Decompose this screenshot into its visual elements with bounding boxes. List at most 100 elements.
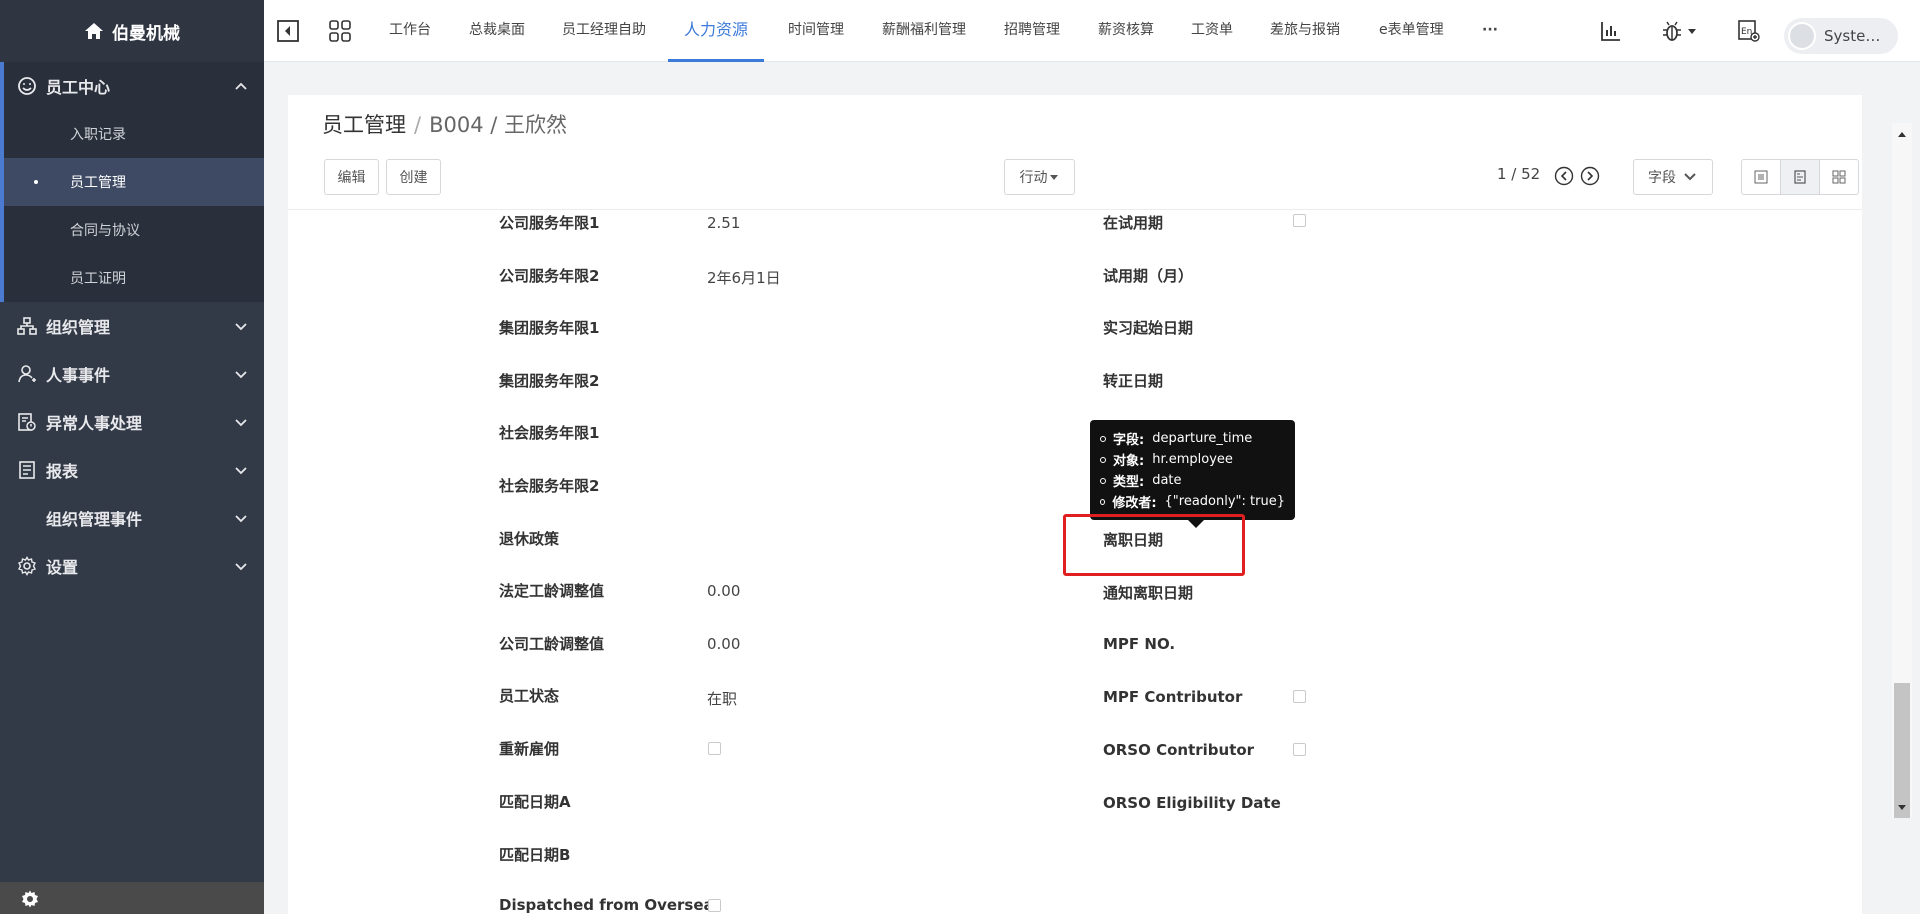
user-name: Syste…	[1824, 27, 1881, 45]
label-on-probation: 在试用期	[1103, 214, 1164, 232]
list-view-button[interactable]	[1742, 160, 1781, 194]
value-company-service-years-1[interactable]: 2.51	[707, 214, 740, 232]
nav-more[interactable]: ···	[1482, 0, 1498, 62]
nav-human-resources[interactable]: 人力资源	[668, 0, 765, 62]
sidebar-item-onboarding[interactable]: 入职记录	[4, 110, 264, 158]
probation-checkbox[interactable]	[1293, 214, 1306, 227]
label-rehire: 重新雇佣	[499, 740, 560, 758]
chevron-up-icon	[235, 82, 247, 90]
avatar	[1788, 22, 1816, 50]
create-button[interactable]: 创建	[386, 159, 441, 195]
scrollbar-thumb[interactable]	[1894, 683, 1910, 818]
nav-eform[interactable]: e表单管理	[1379, 0, 1444, 62]
label-mpf-contributor: MPF Contributor	[1103, 688, 1243, 706]
scroll-down-icon[interactable]	[1897, 803, 1907, 813]
dispatched-checkbox[interactable]	[708, 899, 721, 912]
label-internship-start-date: 实习起始日期	[1103, 319, 1194, 337]
label-probation-months: 试用期（月）	[1103, 267, 1194, 285]
breadcrumb-root[interactable]: 员工管理	[322, 113, 406, 137]
tooltip-row: 对象: hr.employee	[1100, 449, 1285, 470]
pager-counter: 1 / 52	[1497, 165, 1541, 183]
menu-head-employee-center[interactable]: 员工中心	[4, 62, 264, 110]
menu-label: 组织管理	[46, 318, 111, 337]
collapse-sidebar-icon[interactable]	[277, 20, 299, 42]
nav-travel-expense[interactable]: 差旅与报销	[1270, 0, 1340, 62]
menu-reports[interactable]: 报表	[0, 446, 264, 494]
nav-time-management[interactable]: 时间管理	[788, 0, 844, 62]
menu-org-management[interactable]: 组织管理	[0, 302, 264, 350]
nav-self-service[interactable]: 员工经理自助	[562, 0, 646, 62]
value-company-seniority-adjust[interactable]: 0.00	[707, 635, 740, 653]
language-icon[interactable]: En	[1738, 20, 1760, 42]
action-dropdown[interactable]: 行动	[1004, 159, 1075, 195]
chart-icon[interactable]	[1600, 20, 1622, 42]
next-record-icon[interactable]	[1580, 166, 1600, 186]
menu-settings[interactable]: 设置	[0, 542, 264, 590]
label-social-service-years-2: 社会服务年限2	[499, 477, 600, 495]
value-employee-status[interactable]: 在职	[707, 688, 737, 709]
kanban-view-button[interactable]	[1820, 160, 1858, 194]
label-company-service-years-1: 公司服务年限1	[499, 214, 600, 232]
chevron-down-icon	[1684, 173, 1696, 181]
user-menu[interactable]: Syste…	[1784, 18, 1898, 54]
field-tooltip: 字段: departure_time 对象: hr.employee 类型: date…	[1090, 420, 1295, 528]
bug-icon[interactable]	[1661, 20, 1683, 42]
caret-down-icon[interactable]	[1686, 20, 1698, 42]
label-group-service-years-1: 集团服务年限1	[499, 319, 600, 337]
form-view-button[interactable]	[1781, 160, 1820, 194]
home-icon	[85, 23, 103, 39]
menu-label: 异常人事处理	[46, 414, 143, 433]
mpf-contributor-checkbox[interactable]	[1293, 690, 1306, 703]
menu-label: 设置	[46, 558, 79, 577]
sidebar: 伯曼机械 员工中心 入职记录 员工管理 合同与协议 员工证明 组织管理 人事事件	[0, 0, 264, 914]
brand-name: 伯曼机械	[112, 23, 180, 44]
label-match-date-a: 匹配日期A	[499, 793, 571, 811]
settings-gear-icon[interactable]	[20, 889, 40, 909]
scrollbar[interactable]	[1892, 123, 1912, 818]
menu-label: 报表	[46, 462, 79, 481]
menu-label: 组织管理事件	[46, 510, 143, 529]
nav-payslip[interactable]: 工资单	[1191, 0, 1233, 62]
sidebar-item-contracts[interactable]: 合同与协议	[4, 206, 264, 254]
form-view-icon	[1794, 170, 1806, 184]
chevron-down-icon	[235, 467, 247, 475]
rehire-checkbox[interactable]	[708, 742, 721, 755]
edit-button[interactable]: 编辑	[324, 159, 379, 195]
menu-org-events[interactable]: 组织管理事件	[0, 494, 264, 542]
nav-compensation[interactable]: 薪酬福利管理	[882, 0, 966, 62]
sidebar-item-certificates[interactable]: 员工证明	[4, 254, 264, 302]
fields-label: 字段	[1648, 170, 1676, 186]
label-group-service-years-2: 集团服务年限2	[499, 372, 600, 390]
chevron-down-icon	[235, 419, 247, 427]
sidebar-item-employee-management[interactable]: 员工管理	[4, 158, 264, 206]
fields-dropdown[interactable]: 字段	[1633, 159, 1713, 195]
nav-ceo-desktop[interactable]: 总裁桌面	[469, 0, 525, 62]
menu-label: 人事事件	[46, 366, 111, 385]
scroll-up-icon[interactable]	[1897, 129, 1907, 139]
value-company-service-years-2[interactable]: 2年6月1日	[707, 267, 781, 288]
menu-hr-events[interactable]: 人事事件	[0, 350, 264, 398]
sidebar-footer	[0, 882, 264, 914]
chevron-down-icon	[235, 515, 247, 523]
tooltip-row: 类型: date	[1100, 470, 1285, 491]
caret-down-icon	[1049, 175, 1058, 180]
orso-contributor-checkbox[interactable]	[1293, 743, 1306, 756]
prev-record-icon[interactable]	[1554, 166, 1574, 186]
nav-payroll[interactable]: 薪资核算	[1098, 0, 1154, 62]
brand[interactable]: 伯曼机械	[0, 0, 264, 62]
label-regularization-date: 转正日期	[1103, 372, 1164, 390]
view-switcher	[1741, 159, 1859, 195]
report-icon	[16, 459, 38, 481]
value-statutory-seniority-adjust[interactable]: 0.00	[707, 582, 740, 600]
nav-workbench[interactable]: 工作台	[389, 0, 431, 62]
action-label: 行动	[1019, 170, 1048, 186]
smile-icon	[16, 75, 38, 97]
nav-recruitment[interactable]: 招聘管理	[1004, 0, 1060, 62]
label-dispatched-from-oversea: Dispatched from Oversea	[499, 896, 714, 914]
chevron-down-icon	[235, 371, 247, 379]
menu-abnormal-hr[interactable]: 异常人事处理	[0, 398, 264, 446]
menu-employee-center: 员工中心 入职记录 员工管理 合同与协议 员工证明	[0, 62, 264, 302]
apps-grid-icon[interactable]	[329, 20, 351, 42]
list-view-icon	[1754, 170, 1768, 184]
blank-icon	[16, 507, 38, 529]
